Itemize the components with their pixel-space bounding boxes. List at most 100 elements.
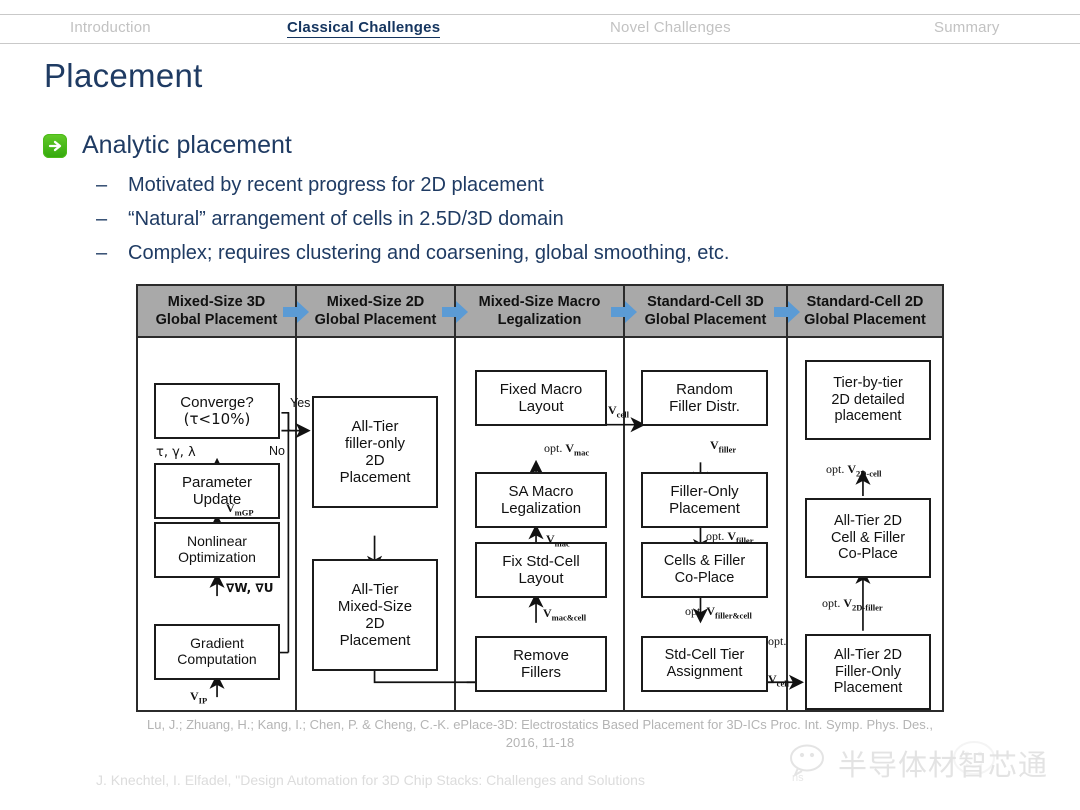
edge-label-symbol: V <box>546 532 555 546</box>
top-navigation: Introduction Classical Challenges Novel … <box>0 14 1080 44</box>
node-line: placement <box>834 408 902 425</box>
node-line: Filler-Only <box>670 482 739 500</box>
node-line: Nonlinear <box>187 533 247 550</box>
node-line: Layout <box>518 398 564 415</box>
node-line: Computation <box>177 651 257 667</box>
header-line: Standard-Cell 3D <box>647 294 764 311</box>
edge-label-subscript: mac&cell <box>551 612 587 623</box>
column-separator <box>454 286 456 710</box>
sub-bullet-3: Complex; requires clustering and coarsen… <box>128 242 730 264</box>
edge-label-subscript: mac <box>554 538 570 549</box>
sub-bullet-dash: – <box>96 208 108 230</box>
edge-label-v-mac: Vmac <box>546 532 570 548</box>
node-line: 2D detailed <box>831 391 905 408</box>
node-line: Remove <box>513 646 569 664</box>
header-line: Global Placement <box>644 312 767 328</box>
node-all-tier-mixed-size-2d: All-Tier Mixed-Size 2D Placement <box>312 559 438 671</box>
node-line: Placement <box>669 500 740 517</box>
edge-label-subscript: filler <box>736 535 754 546</box>
node-line: Fix Std-Cell <box>502 552 580 570</box>
edge-label-opt-v-2d-cell: opt. V2D-cell <box>826 462 882 478</box>
node-line: All-Tier <box>351 580 399 598</box>
node-line: Gradient <box>190 635 244 652</box>
edge-label-symbol: V <box>565 441 575 455</box>
edge-label-prefix: opt. <box>826 462 848 476</box>
node-line: 2D <box>365 452 385 469</box>
stage-arrow-2 <box>442 300 468 324</box>
edge-label-v-cell-out-col3: Vcell <box>608 403 629 419</box>
node-all-tier-2d-cell-filler-co-place: All-Tier 2D Cell & Filler Co-Place <box>805 498 931 578</box>
node-parameter-update: Parameter Update <box>154 463 280 519</box>
node-fix-std-cell-layout: Fix Std-Cell Layout <box>475 542 607 598</box>
header-line: Mixed-Size Macro <box>478 294 601 311</box>
edge-label-symbol: V <box>727 529 737 543</box>
edge-label-symbol: V <box>190 689 199 703</box>
node-line: filler-only <box>344 434 405 452</box>
header-line: Mixed-Size 3D <box>167 294 266 311</box>
node-fixed-macro-layout: Fixed Macro Layout <box>475 370 607 426</box>
node-line: Placement <box>339 469 411 487</box>
edge-label-subscript: cell <box>776 678 789 689</box>
edge-label-v-ip: VIP <box>190 689 207 705</box>
node-line: SA Macro <box>508 482 574 500</box>
watermark-ghost-icon <box>950 740 998 785</box>
edge-label-prefix: opt. <box>544 441 566 455</box>
nav-item-novel-challenges[interactable]: Novel Challenges <box>610 19 731 36</box>
edge-label-symbol: V <box>608 403 617 417</box>
node-nonlinear-optimization: Nonlinear Optimization <box>154 522 280 578</box>
node-line: Placement <box>339 632 411 650</box>
header-line: Legalization <box>497 312 582 328</box>
node-line: Co-Place <box>838 546 898 563</box>
placement-flow-diagram: Mixed-Size 3D Global Placement Mixed-Siz… <box>136 284 944 712</box>
nav-item-classical-challenges[interactable]: Classical Challenges <box>287 19 441 38</box>
edge-label-subscript: cell <box>616 409 629 420</box>
edge-label-opt-prefix-col4: opt. <box>768 634 787 648</box>
header-line: Mixed-Size 2D <box>326 294 425 311</box>
node-line: Random <box>676 380 733 398</box>
node-line: Placement <box>833 680 903 697</box>
header-line: Global Placement <box>314 312 437 328</box>
node-line: All-Tier 2D <box>834 647 902 664</box>
header-line: Global Placement <box>155 312 278 328</box>
edge-label-prefix: opt. <box>685 604 707 618</box>
edge-label-subscript: IP <box>198 695 208 706</box>
node-gradient-computation: Gradient Computation <box>154 624 280 680</box>
node-line: Converge? <box>180 393 254 411</box>
edge-label-tau-gamma-lambda: τ, γ, λ <box>156 445 196 460</box>
node-cells-filler-co-place: Cells & Filler Co-Place <box>641 542 768 598</box>
edge-label-subscript: filler <box>718 444 737 455</box>
edge-label-subscript: mGP <box>234 507 254 518</box>
edge-label-v-mac-cell: Vmac&cell <box>543 606 586 622</box>
edge-label-opt-v-filler-cell: opt. Vfiller&cell <box>685 604 752 620</box>
nav-item-summary[interactable]: Summary <box>934 19 1000 36</box>
edge-label-symbol: V <box>768 672 777 686</box>
node-line: Cell & Filler <box>830 529 906 546</box>
node-line: All-Tier 2D <box>834 513 902 530</box>
node-converge: Converge? (τ<10%) <box>154 383 280 439</box>
node-line: (τ<10%) <box>183 410 251 428</box>
edge-label-opt-v-2d-filler: opt. V2D-filler <box>822 596 883 612</box>
diagram-citation: Lu, J.; Zhuang, H.; Kang, I.; Chen, P. &… <box>147 717 933 750</box>
branch-label-yes: Yes <box>290 396 311 410</box>
edge-label-symbol: V <box>226 501 235 515</box>
edge-label-symbol: V <box>706 604 716 618</box>
diagram-header-col-3: Mixed-Size Macro Legalization <box>456 286 623 338</box>
edge-label-symbol: V <box>543 606 552 620</box>
node-line: Layout <box>518 570 564 587</box>
node-remove-fillers: Remove Fillers <box>475 636 607 692</box>
edge-label-subscript: 2D-filler <box>852 602 883 613</box>
node-line: Tier-by-tier <box>833 375 903 392</box>
nav-item-introduction[interactable]: Introduction <box>70 19 151 36</box>
edge-label-symbol: V <box>710 438 719 452</box>
node-line: Mixed-Size <box>337 597 413 615</box>
watermark-sub: ns <box>792 772 804 784</box>
header-line: Global Placement <box>804 312 926 328</box>
branch-label-no: No <box>269 444 285 458</box>
node-line: Assignment <box>666 664 743 680</box>
edge-label-v-cell-out-col4: Vcell <box>768 672 789 688</box>
node-all-tier-filler-only-2d: All-Tier filler-only 2D Placement <box>312 396 438 508</box>
edge-label-prefix: opt. <box>706 529 728 543</box>
edge-label-subscript: filler&cell <box>715 610 752 621</box>
edge-label-subscript: mac <box>574 447 590 458</box>
node-line: Cells & Filler <box>663 553 746 570</box>
